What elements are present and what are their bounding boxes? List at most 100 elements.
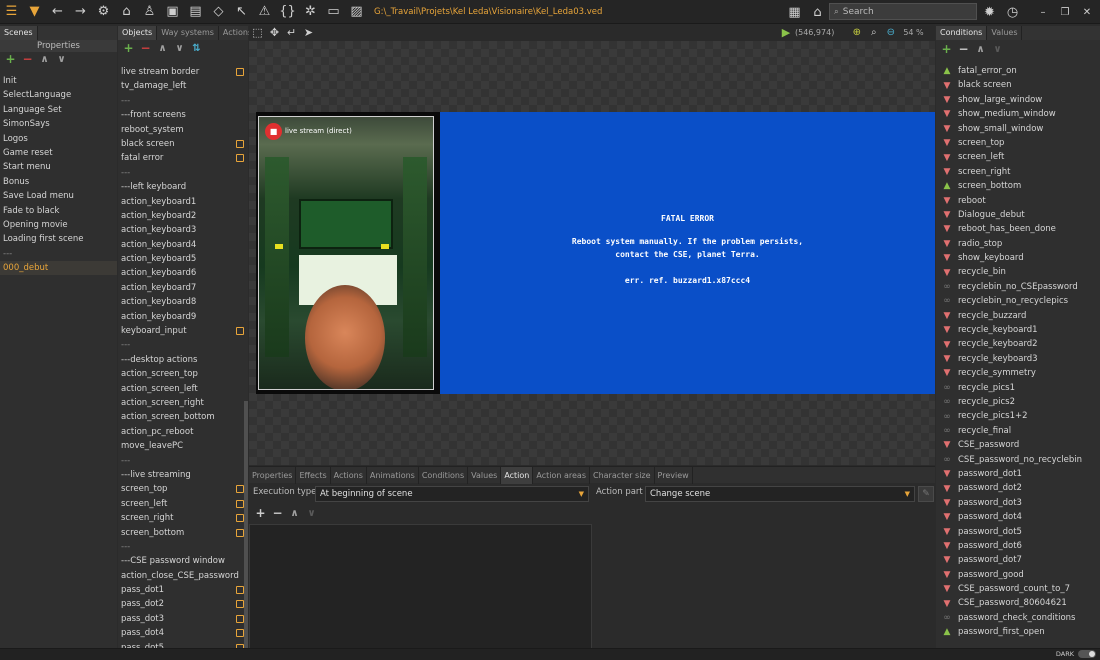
chevron-up-icon[interactable]: ∧	[972, 42, 989, 56]
condition-item[interactable]: ∞ recyclebin_no_CSEpassword	[936, 280, 1100, 294]
particle-icon[interactable]: ✲	[299, 1, 322, 23]
object-item[interactable]: ---	[118, 454, 248, 468]
tab-scenes[interactable]: Scenes	[0, 26, 38, 40]
search-input[interactable]	[842, 6, 963, 17]
object-item[interactable]: ---front screens	[118, 108, 248, 122]
add-icon[interactable]: +	[938, 42, 955, 56]
live-stream-image[interactable]	[258, 116, 434, 390]
warning-icon[interactable]: ⚠	[253, 1, 276, 23]
object-item[interactable]: action_keyboard3	[118, 223, 248, 237]
diamond-icon[interactable]: ◇	[207, 1, 230, 23]
condition-item[interactable]: ▼ recycle_keyboard2	[936, 337, 1100, 351]
object-item[interactable]: action_keyboard7	[118, 281, 248, 295]
execution-type-select[interactable]: At beginning of scene ▼	[315, 486, 589, 502]
menu-icon[interactable]: ☰	[0, 1, 23, 23]
chevron-up-icon[interactable]: ∧	[286, 506, 303, 520]
object-item[interactable]: black screen	[118, 137, 248, 151]
add-icon[interactable]: +	[252, 506, 269, 520]
scene-item[interactable]: Init	[0, 74, 117, 88]
stopwatch-icon[interactable]: ◷	[1001, 1, 1024, 23]
scene-item[interactable]: Game reset	[0, 146, 117, 160]
object-item[interactable]: action_screen_top	[118, 367, 248, 381]
object-item[interactable]: action_keyboard2	[118, 209, 248, 223]
tab-objects[interactable]: Objects	[118, 26, 158, 40]
object-item[interactable]: action_keyboard8	[118, 295, 248, 309]
object-item[interactable]: ---desktop actions	[118, 353, 248, 367]
tab-character-size[interactable]: Character size	[590, 467, 655, 484]
condition-item[interactable]: ▼ CSE_password_count_to_7	[936, 582, 1100, 596]
chevron-up-icon[interactable]: ∧	[36, 52, 53, 66]
condition-item[interactable]: ▼ black screen	[936, 78, 1100, 92]
condition-item[interactable]: ∞ CSE_password_no_recyclebin	[936, 453, 1100, 467]
tab-values[interactable]: Values	[987, 26, 1023, 40]
object-item[interactable]: screen_top	[118, 482, 248, 496]
object-item[interactable]: live stream border	[118, 65, 248, 79]
object-item[interactable]: action_keyboard1	[118, 195, 248, 209]
condition-item[interactable]: ▼ recycle_buzzard	[936, 309, 1100, 323]
object-item[interactable]: action_keyboard5	[118, 252, 248, 266]
back-icon[interactable]: ←	[46, 1, 69, 23]
object-item[interactable]: action_keyboard6	[118, 266, 248, 280]
condition-item[interactable]: ▼ screen_top	[936, 136, 1100, 150]
object-item[interactable]: ---	[118, 540, 248, 554]
action-part-select[interactable]: Change scene ▼	[645, 486, 915, 502]
chevron-down-icon[interactable]: ∨	[53, 52, 70, 66]
bug-icon[interactable]: ✹	[978, 1, 1001, 23]
condition-item[interactable]: ∞ password_check_conditions	[936, 611, 1100, 625]
document-icon[interactable]: ▤	[184, 1, 207, 23]
object-item[interactable]: tv_damage_left	[118, 79, 248, 93]
action-parts-list[interactable]	[249, 524, 592, 660]
condition-item[interactable]: ▼ recycle_keyboard3	[936, 352, 1100, 366]
condition-item[interactable]: ▼ screen_left	[936, 150, 1100, 164]
forward-icon[interactable]: →	[69, 1, 92, 23]
condition-item[interactable]: ▼ radio_stop	[936, 237, 1100, 251]
scene-item[interactable]: SimonSays	[0, 117, 117, 131]
save-icon[interactable]: ▦	[783, 1, 806, 23]
object-item[interactable]: pass_dot2	[118, 597, 248, 611]
object-item[interactable]: pass_dot4	[118, 626, 248, 640]
cursor-icon[interactable]: ↖	[230, 1, 253, 23]
tab-values[interactable]: Values	[468, 467, 502, 484]
condition-item[interactable]: ▼ password_dot1	[936, 467, 1100, 481]
condition-item[interactable]: ▼ screen_right	[936, 165, 1100, 179]
sort-icon[interactable]: ⇅	[188, 41, 205, 55]
condition-item[interactable]: ▼ CSE_password_80604621	[936, 596, 1100, 610]
objects-scrollbar[interactable]	[244, 401, 248, 648]
condition-item[interactable]: ∞ recycle_pics1+2	[936, 409, 1100, 423]
chevron-down-icon[interactable]: ∨	[171, 41, 188, 55]
scene-item[interactable]: Logos	[0, 132, 117, 146]
chevron-down-icon[interactable]: ∨	[989, 42, 1006, 56]
condition-item[interactable]: ▼ password_dot5	[936, 525, 1100, 539]
script-braces-icon[interactable]: {}	[276, 1, 299, 23]
scene-item[interactable]: SelectLanguage	[0, 88, 117, 102]
condition-item[interactable]: ▼ password_dot7	[936, 553, 1100, 567]
object-item[interactable]: ---	[118, 338, 248, 352]
object-item[interactable]: action_pc_reboot	[118, 425, 248, 439]
tab-conditions[interactable]: Conditions	[419, 467, 469, 484]
scene-item[interactable]: Fade to black	[0, 204, 117, 218]
object-item[interactable]: move_leavePC	[118, 439, 248, 453]
properties-header[interactable]: Properties	[0, 40, 117, 52]
condition-item[interactable]: ▼ password_dot4	[936, 510, 1100, 524]
condition-item[interactable]: ▼ password_good	[936, 568, 1100, 582]
condition-item[interactable]: ▼ Dialogue_debut	[936, 208, 1100, 222]
condition-item[interactable]: ▼ password_dot3	[936, 496, 1100, 510]
add-icon[interactable]: +	[120, 41, 137, 55]
object-item[interactable]: ---live streaming	[118, 468, 248, 482]
scene-item[interactable]: Bonus	[0, 175, 117, 189]
object-item[interactable]: action_screen_bottom	[118, 410, 248, 424]
condition-item[interactable]: ▼ recycle_symmetry	[936, 366, 1100, 380]
object-item[interactable]: pass_dot3	[118, 612, 248, 626]
tab-conditions[interactable]: Conditions	[936, 26, 988, 40]
condition-item[interactable]: ∞ recycle_pics1	[936, 381, 1100, 395]
object-item[interactable]: screen_right	[118, 511, 248, 525]
condition-item[interactable]: ▼ show_medium_window	[936, 107, 1100, 121]
home-icon[interactable]: ⌂	[806, 1, 829, 23]
close-icon[interactable]: ✕	[1076, 1, 1098, 23]
fatal-error-screen[interactable]: FATAL ERROR Reboot system manually. If t…	[440, 112, 935, 394]
object-item[interactable]: action_keyboard4	[118, 238, 248, 252]
object-item[interactable]: action_keyboard9	[118, 310, 248, 324]
tab-effects[interactable]: Effects	[296, 467, 331, 484]
condition-item[interactable]: ▼ reboot_has_been_done	[936, 222, 1100, 236]
logo-icon[interactable]: ▼	[23, 1, 46, 23]
